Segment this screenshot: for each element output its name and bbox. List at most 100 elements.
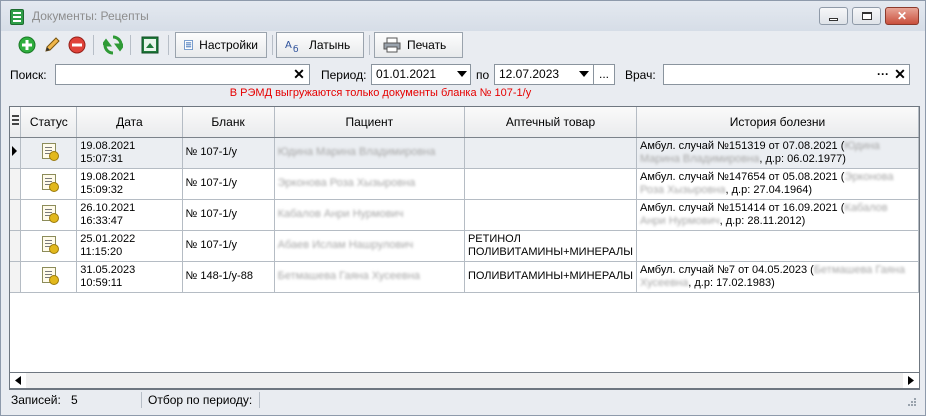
window-title: Документы: Рецепты [32, 9, 149, 23]
printer-icon [383, 37, 401, 53]
column-header-history[interactable]: История болезни [636, 107, 919, 138]
document-signed-icon [41, 204, 59, 223]
patient-cell[interactable]: Бетмашева Гаяна Хусеевна [274, 261, 465, 293]
refresh-button[interactable] [102, 34, 124, 56]
column-header-blank[interactable]: Бланк [182, 107, 275, 138]
settings-button[interactable]: Настройки [175, 32, 267, 58]
scroll-left-button[interactable] [10, 373, 26, 388]
doctor-field[interactable] [663, 64, 910, 85]
goods-cell[interactable] [464, 168, 638, 200]
period-label: Период: [321, 68, 367, 82]
date-from-dropdown-icon[interactable] [456, 66, 468, 82]
svg-text:A: A [285, 40, 292, 51]
scroll-left-icon [15, 376, 21, 385]
close-button[interactable]: ✕ [885, 7, 919, 25]
toolbar-separator [93, 35, 94, 55]
table-row[interactable]: 19.08.2021 15:07:31 № 107-1/у Юдина Марин… [10, 137, 919, 169]
patient-cell[interactable]: Эрконова Роза Хызыровна [274, 168, 465, 200]
document-signed-icon [41, 142, 59, 161]
history-cell[interactable]: Амбул. случай №147654 от 05.08.2021 (Эрк… [636, 168, 919, 200]
minimize-button[interactable] [819, 7, 848, 25]
resize-grip-icon[interactable] [905, 397, 917, 409]
scroll-right-icon [908, 376, 914, 385]
status-cell[interactable] [20, 230, 78, 262]
row-indicator [10, 199, 22, 231]
toolbar-separator [168, 35, 169, 55]
doctor-label: Врач: [625, 68, 656, 82]
status-cell[interactable] [20, 137, 78, 169]
period-more-button[interactable]: ... [593, 64, 615, 85]
goods-cell[interactable]: ПОЛИВИТАМИНЫ+МИНЕРАЛЫ [464, 261, 638, 293]
table-row[interactable]: 26.10.2021 16:33:47 № 107-1/у Кабалов Анр… [10, 199, 919, 231]
search-clear-button[interactable]: ✕ [291, 66, 307, 82]
column-header-date[interactable]: Дата [76, 107, 183, 138]
print-button[interactable]: Печать [374, 32, 463, 58]
goods-cell[interactable]: РЕТИНОЛ ПОЛИВИТАМИНЫ+МИНЕРАЛЫ [464, 230, 638, 262]
goods-cell[interactable] [464, 137, 638, 169]
status-cell[interactable] [20, 199, 78, 231]
document-signed-icon [41, 266, 59, 285]
title-bar[interactable]: Документы: Рецепты ✕ [1, 1, 925, 31]
to-label: по [476, 68, 490, 82]
settings-icon [184, 40, 193, 50]
patient-cell[interactable]: Абаев Ислам Нашрулович [274, 230, 465, 262]
minimize-icon [829, 17, 838, 21]
refresh-icon [103, 35, 123, 55]
search-input[interactable] [55, 64, 310, 85]
blank-cell[interactable]: № 107-1/у [182, 199, 275, 231]
history-cell[interactable]: Амбул. случай №151414 от 16.09.2021 (Каб… [636, 199, 919, 231]
maximize-icon [861, 12, 872, 20]
records-count: 5 [71, 393, 78, 407]
table-row[interactable]: 31.05.2023 10:59:11 № 148-1/у-88 Бетмашев… [10, 261, 919, 293]
history-cell[interactable] [636, 230, 919, 262]
column-header-patient[interactable]: Пациент [274, 107, 465, 138]
delete-button[interactable] [66, 34, 88, 56]
row-indicator [10, 168, 22, 200]
horizontal-scrollbar[interactable] [9, 372, 920, 389]
documents-table: Статус Дата Бланк Пациент Аптечный товар… [9, 106, 920, 390]
table-row[interactable]: 19.08.2021 15:09:32 № 107-1/у Эрконова Ро… [10, 168, 919, 200]
records-label: Записей: [11, 393, 61, 407]
maximize-button[interactable] [852, 7, 881, 25]
table-row[interactable]: 25.01.2022 11:15:20 № 107-1/у Абаев Ислам… [10, 230, 919, 262]
doctor-clear-button[interactable]: ✕ [892, 66, 908, 82]
doctor-select-button[interactable]: ··· [875, 66, 891, 82]
export-excel-button[interactable] [139, 34, 161, 56]
goods-cell[interactable] [464, 199, 638, 231]
current-row-icon [12, 145, 17, 156]
add-button[interactable] [16, 34, 38, 56]
row-indicator [10, 230, 22, 262]
blank-cell[interactable]: № 107-1/у [182, 168, 275, 200]
scroll-right-button[interactable] [903, 373, 919, 388]
status-cell[interactable] [20, 168, 78, 200]
blank-cell[interactable]: № 107-1/у [182, 230, 275, 262]
column-header-status[interactable]: Статус [20, 107, 78, 138]
date-to-dropdown-icon[interactable] [578, 66, 590, 82]
history-cell[interactable]: Амбул. случай №7 от 04.05.2023 (Бетмашев… [636, 261, 919, 293]
status-separator [259, 392, 260, 408]
status-cell[interactable] [20, 261, 78, 293]
date-cell[interactable]: 31.05.2023 10:59:11 [76, 261, 183, 293]
svg-text:б: б [293, 45, 299, 53]
blank-cell[interactable]: № 107-1/у [182, 137, 275, 169]
history-cell[interactable]: Амбул. случай №151319 от 07.08.2021 (Юди… [636, 137, 919, 169]
blank-cell[interactable]: № 148-1/у-88 [182, 261, 275, 293]
date-cell[interactable]: 19.08.2021 15:09:32 [76, 168, 183, 200]
column-header-goods[interactable]: Аптечный товар [464, 107, 638, 138]
latin-button[interactable]: Aб Латынь [276, 32, 364, 58]
edit-button[interactable] [41, 34, 63, 56]
date-cell[interactable]: 19.08.2021 15:07:31 [76, 137, 183, 169]
column-chooser[interactable] [10, 107, 22, 138]
column-chooser-icon [11, 115, 19, 126]
row-indicator [10, 137, 22, 169]
remd-notice: В РЭМД выгружаются только документы блан… [229, 87, 532, 99]
document-signed-icon [41, 235, 59, 254]
date-cell[interactable]: 26.10.2021 16:33:47 [76, 199, 183, 231]
documents-window: Документы: Рецепты ✕ Настройки A б Латын… [0, 0, 926, 416]
patient-cell[interactable]: Кабалов Анри Нурмович [274, 199, 465, 231]
patient-cell[interactable]: Юдина Марина Владимировна [274, 137, 465, 169]
date-cell[interactable]: 25.01.2022 11:15:20 [76, 230, 183, 262]
excel-icon [141, 36, 159, 54]
latin-icon: Aб [285, 40, 299, 53]
clear-icon: ✕ [293, 65, 305, 82]
